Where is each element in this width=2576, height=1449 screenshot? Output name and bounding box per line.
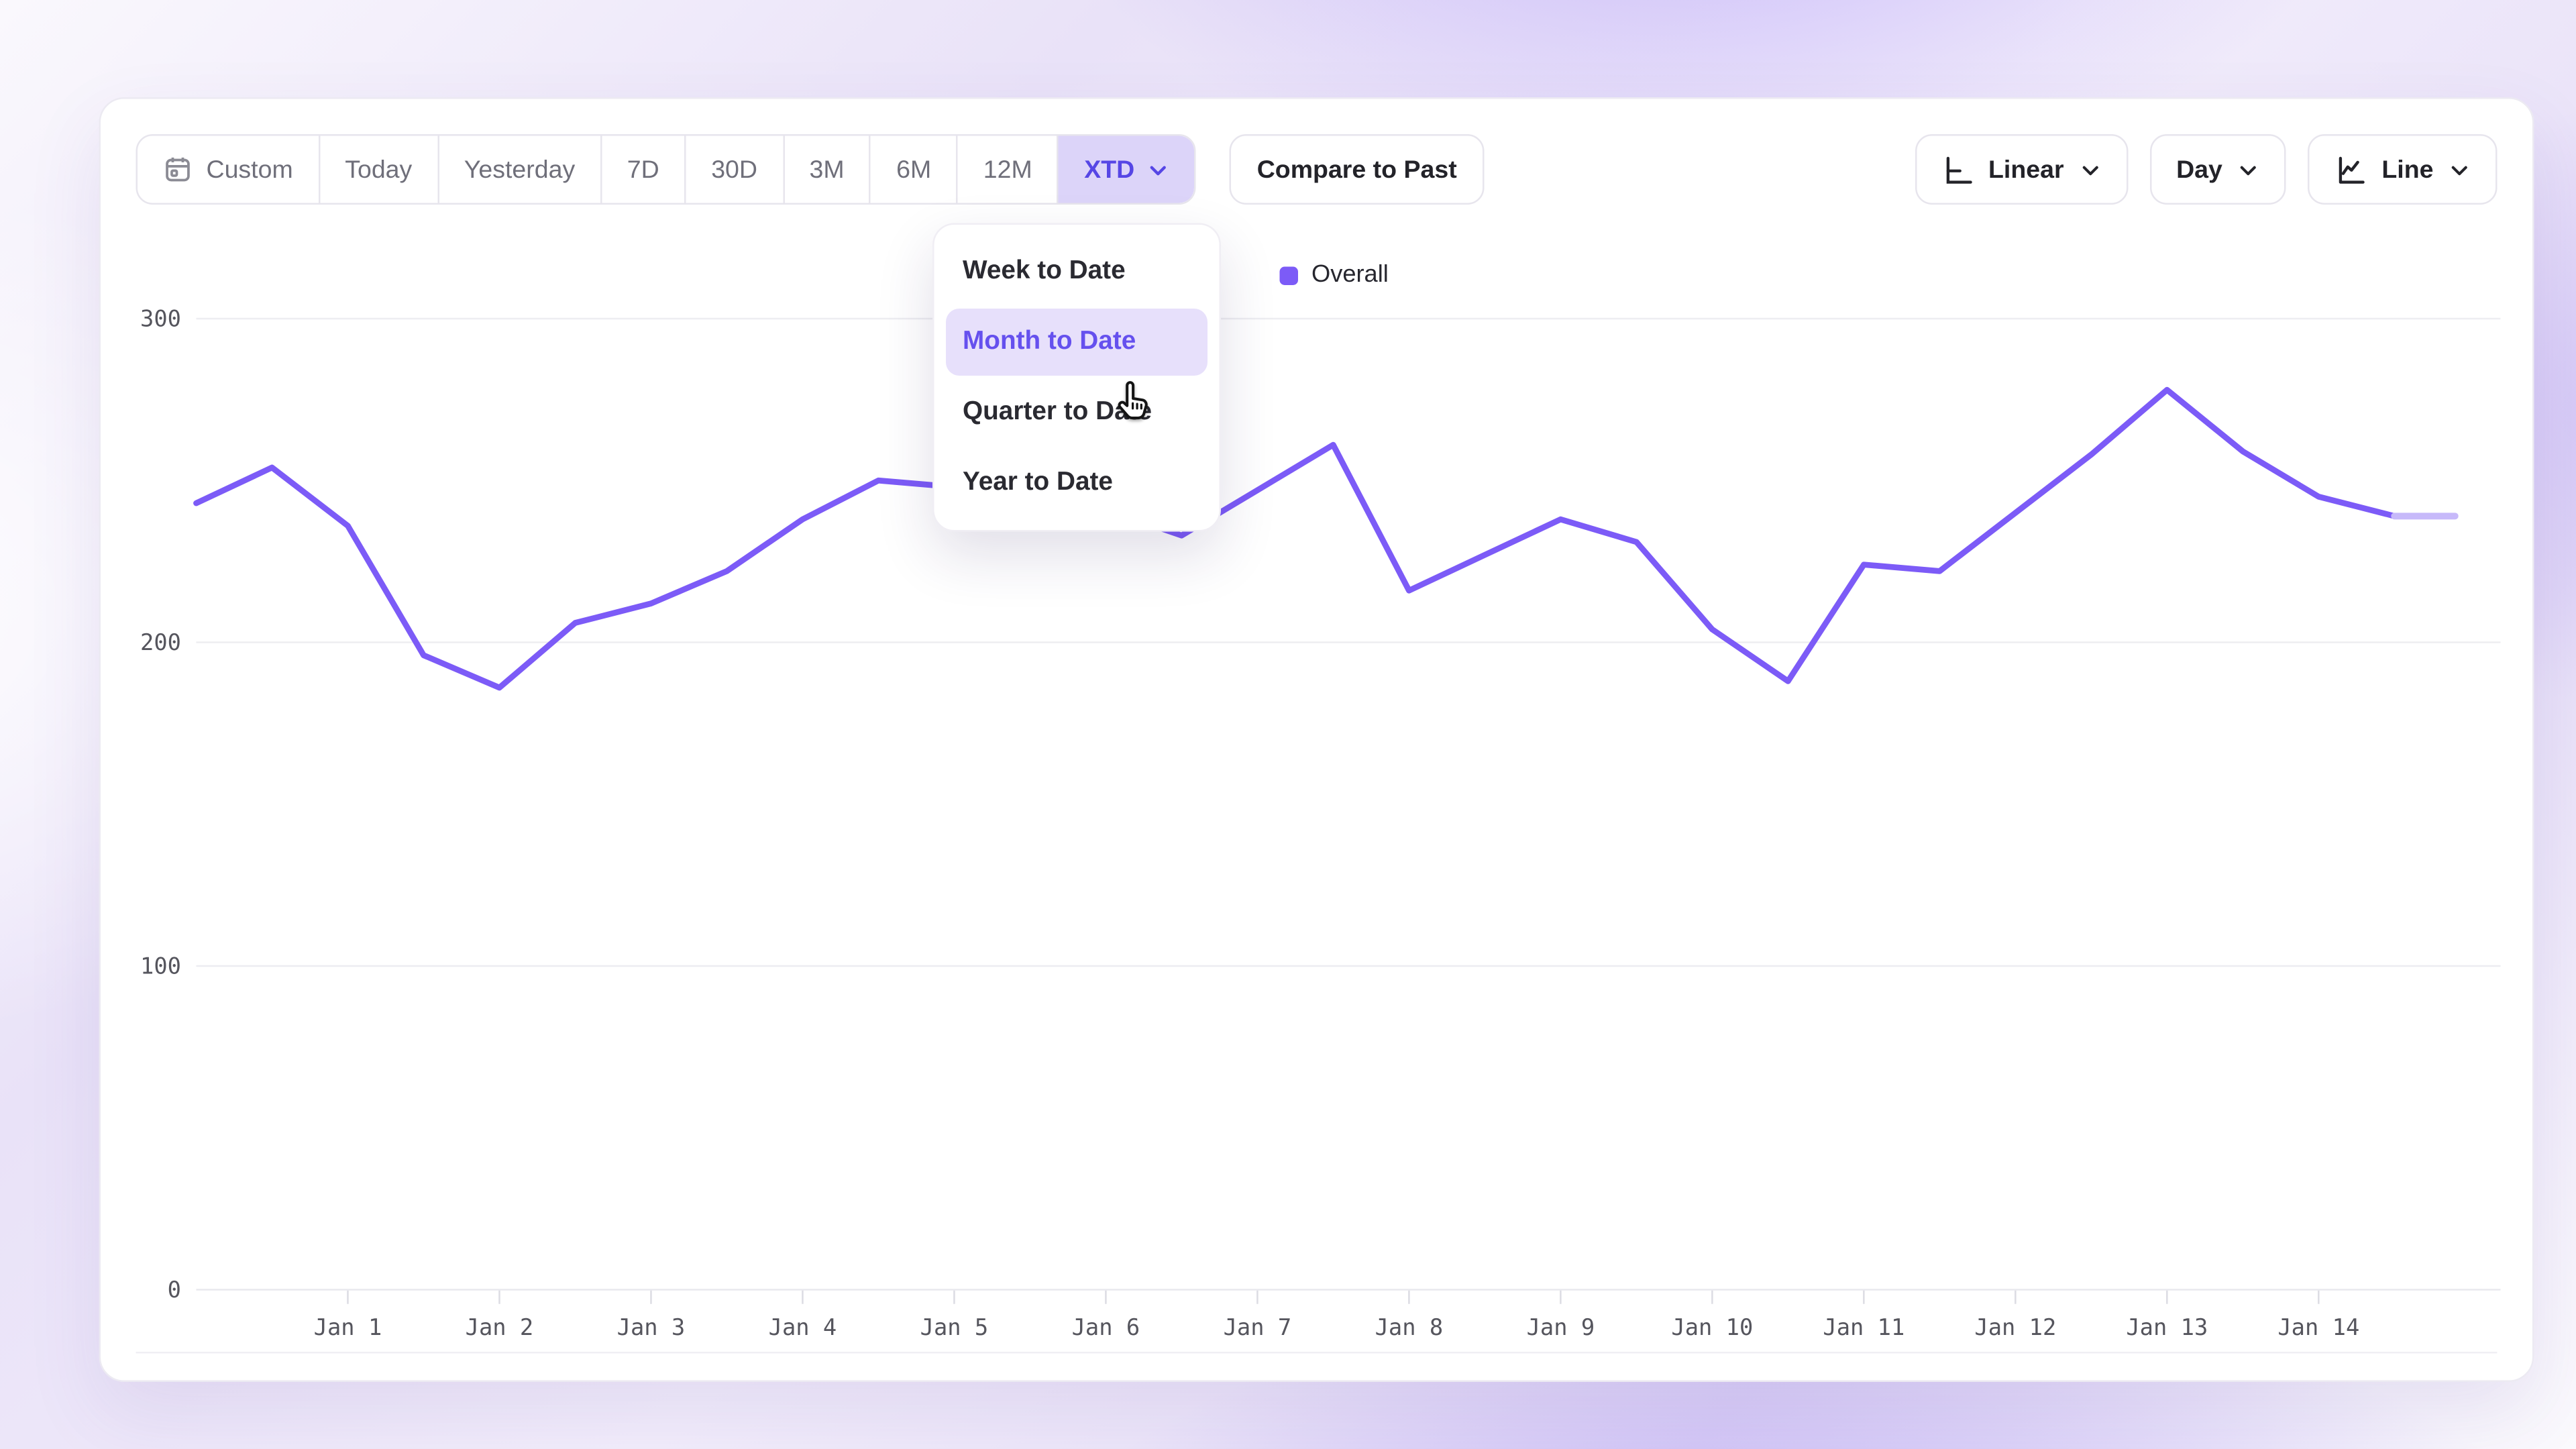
scale-select-label: Linear	[1988, 155, 2064, 184]
dropdown-item-week-to-date[interactable]: Week to Date	[946, 238, 1208, 305]
svg-text:Jan 8: Jan 8	[1375, 1314, 1444, 1340]
dropdown-item-month-to-date[interactable]: Month to Date	[946, 309, 1208, 376]
svg-text:0: 0	[168, 1277, 181, 1303]
time-range-custom[interactable]: Custom	[138, 136, 318, 203]
time-range-segmented-control: Custom Today Yesterday 7D 30D 3M 6M 12M XTD	[136, 134, 1197, 205]
scale-select-button[interactable]: Linear	[1915, 134, 2128, 205]
chevron-down-icon	[1148, 158, 1170, 180]
calendar-icon	[163, 154, 193, 184]
time-range-7d[interactable]: 7D	[600, 136, 684, 203]
time-range-today[interactable]: Today	[318, 136, 437, 203]
time-range-label: Custom	[207, 155, 293, 184]
svg-text:Jan 12: Jan 12	[1974, 1314, 2056, 1340]
compare-to-past-label: Compare to Past	[1257, 155, 1457, 184]
chart-legend: Overall	[1280, 262, 1389, 288]
svg-text:Jan 6: Jan 6	[1072, 1314, 1140, 1340]
legend-swatch-overall	[1280, 266, 1299, 284]
chevron-down-icon	[2079, 158, 2101, 180]
page-background: Custom Today Yesterday 7D 30D 3M 6M 12M XTD Comp…	[0, 0, 2576, 1449]
time-range-label: 7D	[627, 155, 659, 184]
dropdown-item-quarter-to-date[interactable]: Quarter to Date	[946, 379, 1208, 446]
svg-text:Jan 5: Jan 5	[920, 1314, 989, 1340]
line-chart: 0 100 200 300 Jan 1 Jan 2 Jan 3 Jan 4 Jan 5 Jan 6…	[101, 99, 2532, 1381]
svg-text:Jan 11: Jan 11	[1823, 1314, 1904, 1340]
svg-text:300: 300	[140, 305, 181, 331]
interval-select-label: Day	[2176, 155, 2222, 184]
svg-text:Jan 10: Jan 10	[1671, 1314, 1753, 1340]
interval-select-button[interactable]: Day	[2149, 134, 2286, 205]
time-range-3m[interactable]: 3M	[783, 136, 870, 203]
svg-text:Jan 3: Jan 3	[617, 1314, 686, 1340]
time-range-30d[interactable]: 30D	[684, 136, 782, 203]
chart-display-controls: Linear Day Line	[1915, 134, 2497, 205]
chevron-down-icon	[2237, 158, 2259, 180]
svg-text:Jan 2: Jan 2	[466, 1314, 534, 1340]
svg-text:100: 100	[140, 953, 181, 979]
time-range-label: Today	[345, 155, 412, 184]
dropdown-item-year-to-date[interactable]: Year to Date	[946, 449, 1208, 517]
svg-text:Jan 4: Jan 4	[769, 1314, 837, 1340]
chart-type-select-button[interactable]: Line	[2308, 134, 2497, 205]
hand-cursor-icon	[1110, 379, 1154, 423]
chart-type-select-label: Line	[2381, 155, 2433, 184]
time-range-label: 12M	[983, 155, 1032, 184]
chevron-down-icon	[2449, 158, 2471, 180]
time-range-label: Yesterday	[464, 155, 575, 184]
svg-text:Jan 14: Jan 14	[2277, 1314, 2359, 1340]
linear-scale-icon	[1941, 154, 1974, 186]
svg-text:Jan 1: Jan 1	[314, 1314, 382, 1340]
time-range-label: XTD	[1084, 155, 1134, 184]
legend-label-overall: Overall	[1311, 262, 1389, 288]
insights-chart-card: Custom Today Yesterday 7D 30D 3M 6M 12M XTD Comp…	[99, 97, 2534, 1382]
time-range-label: 30D	[711, 155, 757, 184]
compare-to-past-button[interactable]: Compare to Past	[1230, 134, 1484, 205]
svg-text:Jan 9: Jan 9	[1527, 1314, 1595, 1340]
svg-text:Jan 13: Jan 13	[2126, 1314, 2208, 1340]
svg-text:Jan 7: Jan 7	[1224, 1314, 1292, 1340]
time-range-label: 3M	[810, 155, 845, 184]
time-range-dropdown-menu: Week to DateMonth to DateQuarter to Date…	[932, 223, 1221, 532]
time-range-12m[interactable]: 12M	[957, 136, 1057, 203]
svg-text:200: 200	[140, 629, 181, 655]
chart-toolbar: Custom Today Yesterday 7D 30D 3M 6M 12M XTD Comp…	[136, 134, 2498, 205]
time-range-yesterday[interactable]: Yesterday	[437, 136, 600, 203]
time-range-6m[interactable]: 6M	[869, 136, 957, 203]
time-range-label: 6M	[896, 155, 931, 184]
chart-bottom-divider	[136, 1352, 2498, 1354]
line-chart-icon	[2334, 154, 2367, 186]
time-range-xtd[interactable]: XTD	[1057, 136, 1195, 203]
